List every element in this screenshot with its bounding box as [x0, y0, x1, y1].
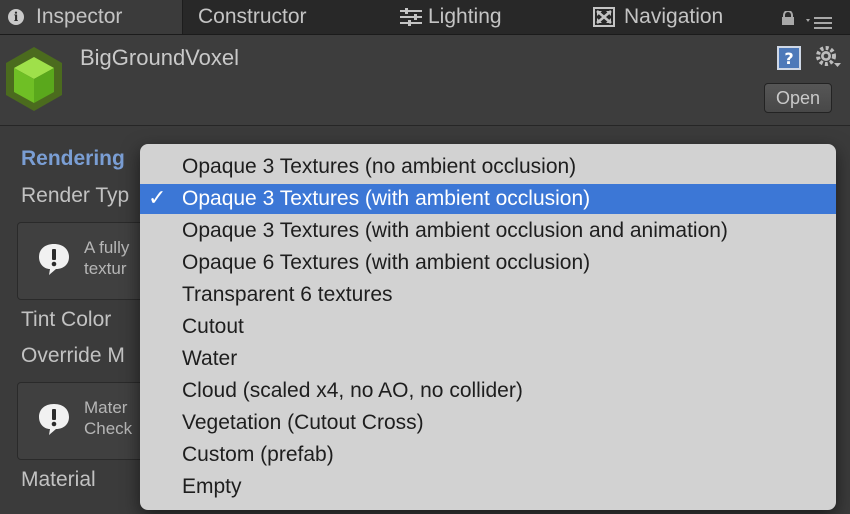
info-helpbox: A fully textur: [17, 222, 159, 300]
gear-icon[interactable]: [814, 44, 842, 72]
override-material-label: Override M: [21, 344, 125, 367]
svg-text:?: ?: [784, 49, 793, 68]
dropdown-option[interactable]: Water: [140, 344, 836, 374]
render-type-label: Render Typ: [21, 184, 130, 207]
helpbox-text: Mater Check: [84, 398, 133, 438]
option-label: Opaque 3 Textures (with ambient occlusio…: [182, 187, 591, 210]
dropdown-option[interactable]: Opaque 6 Textures (with ambient occlusio…: [140, 248, 836, 278]
dropdown-option[interactable]: Vegetation (Cutout Cross): [140, 408, 836, 438]
section-title-rendering[interactable]: Rendering: [21, 147, 125, 171]
option-label: Opaque 6 Textures (with ambient occlusio…: [182, 251, 591, 274]
cube-icon: [6, 47, 62, 111]
option-label: Water: [182, 347, 238, 370]
option-label: Cutout: [182, 315, 244, 338]
option-label: Empty: [182, 475, 242, 498]
dropdown-option[interactable]: Cutout: [140, 312, 836, 342]
tab-bar: i Inspector Constructor Lighting Navigat…: [0, 0, 850, 35]
dropdown-option[interactable]: Empty: [140, 472, 836, 502]
tab-label: Navigation: [624, 5, 724, 28]
tab-label: Lighting: [428, 5, 502, 28]
navigation-icon: [593, 7, 615, 27]
lock-icon[interactable]: [781, 11, 795, 25]
tint-color-label: Tint Color: [21, 308, 112, 331]
option-label: Cloud (scaled x4, no AO, no collider): [182, 379, 523, 402]
tab-inspector[interactable]: i Inspector: [0, 0, 183, 34]
dropdown-option[interactable]: Opaque 3 Textures (no ambient occlusion): [140, 152, 836, 182]
render-type-dropdown[interactable]: Opaque 3 Textures (no ambient occlusion)…: [140, 144, 836, 510]
dropdown-option[interactable]: Custom (prefab): [140, 440, 836, 470]
material-label: Material: [21, 468, 96, 491]
dropdown-option-selected[interactable]: ✓ Opaque 3 Textures (with ambient occlus…: [140, 184, 836, 214]
checkmark-icon: ✓: [148, 186, 167, 211]
object-header: BigGroundVoxel ? Open: [0, 35, 850, 126]
info-helpbox: Mater Check: [17, 382, 159, 460]
exclamation-icon: [39, 404, 69, 435]
tab-label: Constructor: [198, 5, 307, 28]
dropdown-option[interactable]: Opaque 3 Textures (with ambient occlusio…: [140, 216, 836, 246]
option-label: Opaque 3 Textures (no ambient occlusion): [182, 155, 577, 178]
sliders-icon: [400, 8, 422, 26]
help-icon[interactable]: ?: [776, 45, 802, 71]
exclamation-icon: [39, 244, 69, 275]
option-label: Opaque 3 Textures (with ambient occlusio…: [182, 219, 728, 242]
tab-label: Inspector: [36, 5, 123, 28]
option-label: Transparent 6 textures: [182, 283, 393, 306]
dropdown-option[interactable]: Transparent 6 textures: [140, 280, 836, 310]
dropdown-option[interactable]: Cloud (scaled x4, no AO, no collider): [140, 376, 836, 406]
open-button[interactable]: Open: [764, 83, 832, 113]
menu-icon[interactable]: [804, 14, 836, 30]
option-label: Custom (prefab): [182, 443, 334, 466]
helpbox-text: A fully textur: [84, 238, 130, 278]
info-icon: i: [8, 9, 24, 25]
object-name: BigGroundVoxel: [80, 45, 239, 70]
option-label: Vegetation (Cutout Cross): [182, 411, 424, 434]
